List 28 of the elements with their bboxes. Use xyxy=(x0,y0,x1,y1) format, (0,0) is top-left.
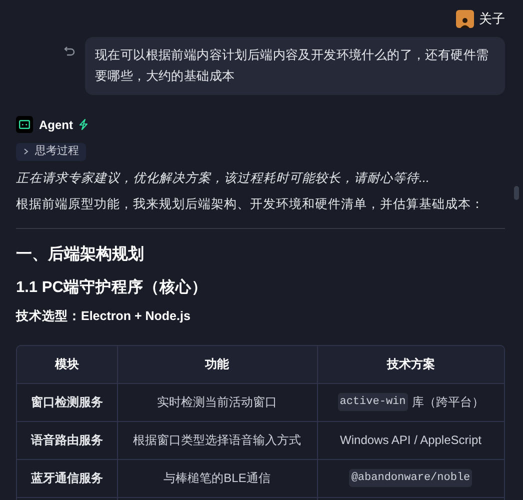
chevron-icon xyxy=(23,148,29,155)
user-message-bubble: 现在可以根据前端内容计划后端内容及开发环境什么的了，还有硬件需要哪些，大约的基础成本 xyxy=(85,36,505,94)
table-cell: 蓝牙通信服务 xyxy=(17,459,117,497)
table-cell-text: 库（跨平台） xyxy=(412,394,484,411)
agent-name: Agent xyxy=(39,116,73,134)
section-heading: 一、后端架构规划 xyxy=(16,244,145,265)
code-snippet: @abandonware/noble xyxy=(349,468,472,488)
table-cell: 实时检测当前活动窗口 xyxy=(117,383,317,421)
status-text: 正在请求专家建议，优化解决方案，该过程耗时可能较长，请耐心等待... xyxy=(16,170,430,186)
column-header: 模块 xyxy=(17,346,117,383)
column-header: 功能 xyxy=(117,346,317,383)
table-cell: 与棒槌笔的BLE通信 xyxy=(117,459,317,497)
table-cell: 语音路由服务 xyxy=(17,421,117,459)
table-cell-text: Windows API / AppleScript xyxy=(340,432,482,449)
table-cell: 窗口检测服务 xyxy=(17,383,117,421)
tech-choice-text: 技术选型：Electron + Node.js xyxy=(16,308,192,326)
thinking-toggle[interactable]: 思考过程 xyxy=(16,142,86,160)
subsection-heading: 1.1 PC端守护程序（核心） xyxy=(16,278,208,298)
user-name: 关子 xyxy=(479,10,505,28)
intro-paragraph: 根据前端原型功能，我来规划后端架构、开发环境和硬件清单，并估算基础成本： xyxy=(16,196,485,214)
column-header: 技术方案 xyxy=(317,346,504,383)
undo-icon[interactable] xyxy=(64,46,75,56)
scrollbar[interactable] xyxy=(514,186,519,200)
user-avatar-icon xyxy=(456,10,474,28)
lightning-icon xyxy=(79,119,88,130)
code-snippet: active-win xyxy=(338,392,408,412)
table-cell: 根据窗口类型选择语音输入方式 xyxy=(117,421,317,459)
agent-icon xyxy=(16,116,33,133)
